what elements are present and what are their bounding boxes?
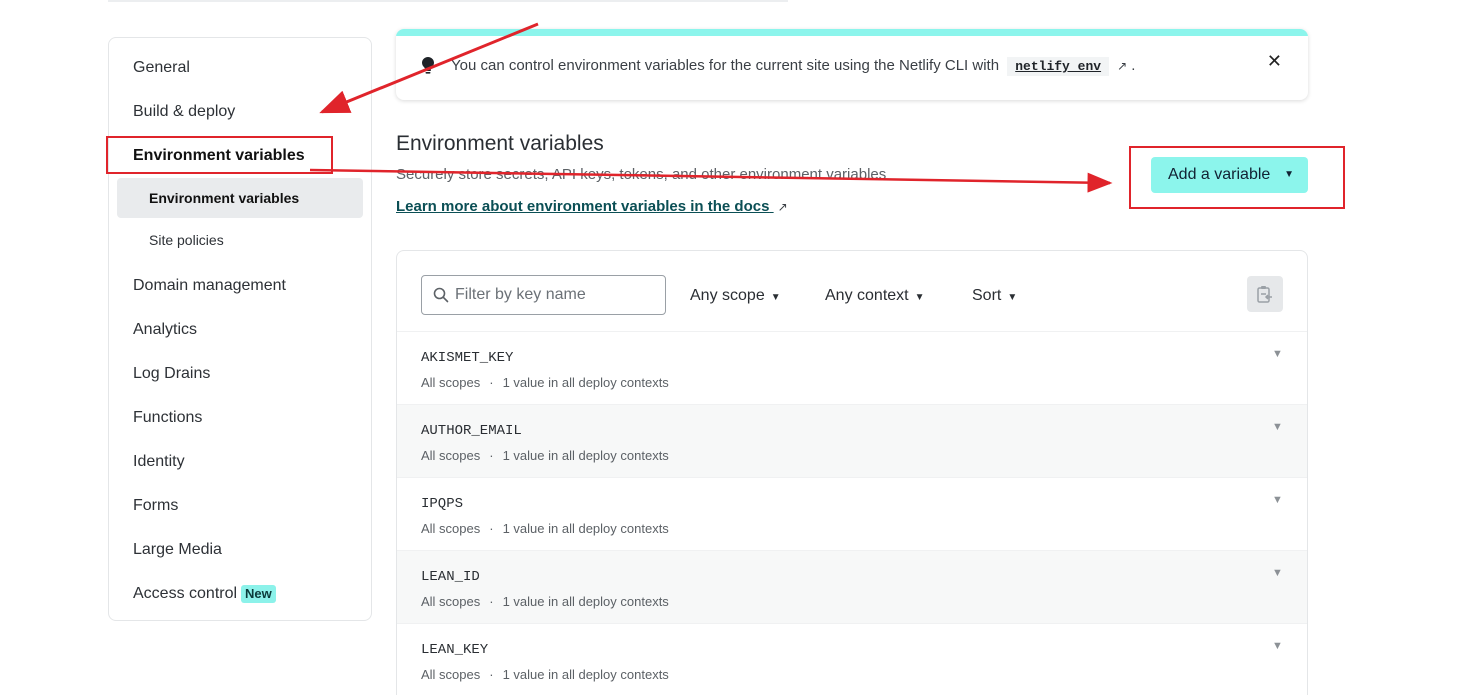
new-badge: New: [241, 585, 276, 603]
variable-row[interactable]: LEAN_KEY All scopes · 1 value in all deplo…: [397, 623, 1307, 695]
search-icon: [433, 287, 449, 303]
variable-values: 1 value in all deploy contexts: [502, 594, 669, 609]
variable-row[interactable]: LEAN_ID All scopes · 1 value in all deploy…: [397, 550, 1307, 623]
external-link-icon: ↗: [1117, 59, 1128, 73]
page-description: Securely store secrets, API keys, tokens…: [396, 166, 887, 183]
filter-input[interactable]: [455, 284, 655, 306]
banner-message: You can control environment variables fo…: [451, 57, 1135, 76]
chevron-down-icon[interactable]: ▼: [1272, 348, 1283, 360]
variable-values: 1 value in all deploy contexts: [502, 448, 669, 463]
clipboard-icon: [1257, 286, 1272, 303]
variable-scope: All scopes: [421, 448, 481, 463]
sidebar-subitem-site-policies[interactable]: Site policies: [117, 220, 363, 260]
external-link-icon: ↗: [777, 200, 788, 214]
sort-dropdown[interactable]: Sort ▼: [972, 287, 1017, 305]
annotation-highlight-add-button: [1129, 146, 1345, 209]
filter-field[interactable]: [421, 275, 666, 315]
variable-meta: All scopes · 1 value in all deploy context…: [421, 448, 669, 463]
sidebar-item-access-control[interactable]: Access control New: [133, 584, 276, 604]
sidebar-item-log-drains[interactable]: Log Drains: [133, 364, 210, 384]
context-dropdown[interactable]: Any context ▼: [825, 287, 925, 305]
variable-meta: All scopes · 1 value in all deploy context…: [421, 375, 669, 390]
top-divider: [108, 0, 788, 2]
variable-scope: All scopes: [421, 667, 481, 682]
variable-scope: All scopes: [421, 375, 481, 390]
cli-info-banner: You can control environment variables fo…: [396, 29, 1308, 100]
chevron-down-icon[interactable]: ▼: [1272, 494, 1283, 506]
context-label: Any context: [825, 287, 909, 304]
variable-meta: All scopes · 1 value in all deploy context…: [421, 594, 669, 609]
netlify-env-link[interactable]: netlify env: [1007, 57, 1110, 76]
lightbulb-icon: [422, 57, 434, 74]
chevron-down-icon[interactable]: ▼: [1272, 421, 1283, 433]
docs-link[interactable]: Learn more about environment variables i…: [396, 198, 788, 215]
page-title: Environment variables: [396, 132, 604, 155]
variable-values: 1 value in all deploy contexts: [502, 521, 669, 536]
variable-scope: All scopes: [421, 521, 481, 536]
variable-values: 1 value in all deploy contexts: [502, 375, 669, 390]
sidebar-item-analytics[interactable]: Analytics: [133, 320, 197, 340]
import-clipboard-button[interactable]: [1247, 276, 1283, 312]
close-icon[interactable]: ✕: [1267, 51, 1282, 72]
annotation-highlight-sidebar: [106, 136, 333, 174]
sidebar-item-label: Access control: [133, 585, 238, 602]
sidebar-item-domain-management[interactable]: Domain management: [133, 276, 286, 296]
sidebar-item-forms[interactable]: Forms: [133, 496, 178, 516]
sidebar-item-identity[interactable]: Identity: [133, 452, 185, 472]
variable-key: LEAN_KEY: [421, 642, 489, 658]
scope-label: Any scope: [690, 287, 765, 304]
sidebar-item-general[interactable]: General: [133, 58, 190, 78]
chevron-down-icon: ▼: [914, 292, 925, 303]
variable-key: AKISMET_KEY: [421, 350, 514, 366]
scope-dropdown[interactable]: Any scope ▼: [690, 287, 781, 305]
variable-row[interactable]: IPQPS All scopes · 1 value in all deploy c…: [397, 477, 1307, 550]
variable-values: 1 value in all deploy contexts: [502, 667, 669, 682]
variable-meta: All scopes · 1 value in all deploy context…: [421, 667, 669, 682]
sidebar-subitem-environment-variables[interactable]: Environment variables: [117, 178, 363, 218]
sidebar-item-functions[interactable]: Functions: [133, 408, 202, 428]
chevron-down-icon[interactable]: ▼: [1272, 640, 1283, 652]
variable-key: AUTHOR_EMAIL: [421, 423, 522, 439]
settings-sidebar: General Build & deploy Environment varia…: [108, 37, 372, 621]
sidebar-item-build-deploy[interactable]: Build & deploy: [133, 102, 235, 122]
chevron-down-icon: ▼: [1007, 292, 1018, 303]
banner-text-end: .: [1131, 57, 1136, 74]
chevron-down-icon[interactable]: ▼: [1272, 567, 1283, 579]
docs-link-label[interactable]: Learn more about environment variables i…: [396, 198, 769, 215]
banner-text: You can control environment variables fo…: [451, 57, 1000, 74]
sidebar-item-large-media[interactable]: Large Media: [133, 540, 222, 560]
chevron-down-icon: ▼: [770, 292, 781, 303]
variable-key: IPQPS: [421, 496, 464, 512]
variable-scope: All scopes: [421, 594, 481, 609]
sort-label: Sort: [972, 287, 1002, 304]
variable-row[interactable]: AKISMET_KEY All scopes · 1 value in all de…: [397, 331, 1307, 404]
variables-panel: Any scope ▼ Any context ▼ Sort ▼ AKISMET_KE…: [396, 250, 1308, 695]
variable-row[interactable]: AUTHOR_EMAIL All scopes · 1 value in all d…: [397, 404, 1307, 477]
variable-meta: All scopes · 1 value in all deploy context…: [421, 521, 669, 536]
variable-key: LEAN_ID: [421, 569, 480, 585]
banner-accent-bar: [396, 29, 1308, 36]
